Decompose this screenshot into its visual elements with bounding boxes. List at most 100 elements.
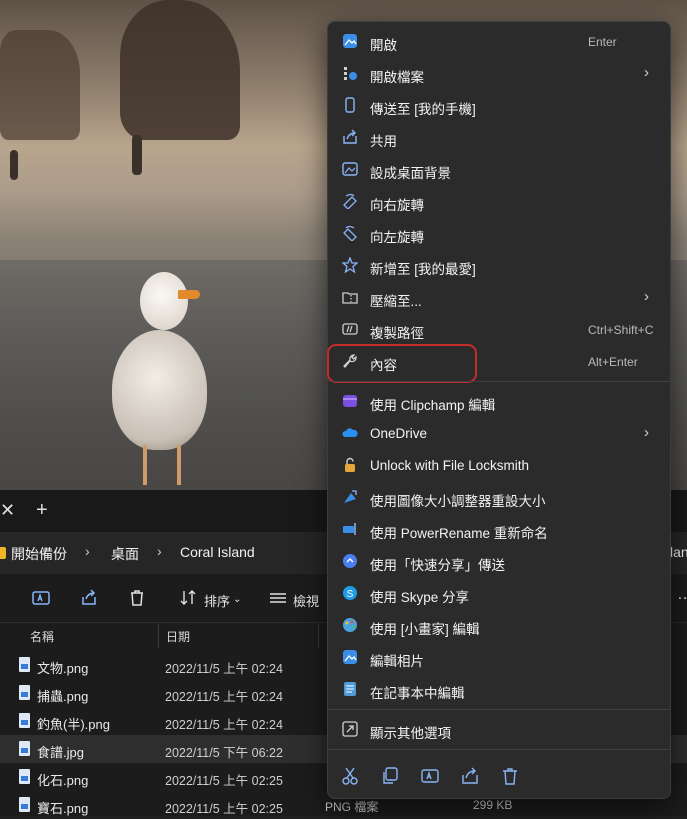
distant-person (132, 135, 142, 175)
notepad-icon (344, 682, 356, 696)
file-date: 2022/11/5 上午 02:25 (165, 774, 283, 788)
menu-item-open[interactable]: 開啟 Enter (328, 26, 670, 58)
more-options-icon (342, 721, 358, 737)
paint-icon (343, 618, 357, 632)
menu-item-paint[interactable]: 使用 [小畫家] 編輯 (328, 610, 670, 642)
menu-item-edit-photo[interactable]: 編輯相片 (328, 642, 670, 674)
share-icon[interactable] (79, 588, 99, 608)
menu-item-file-locksmith[interactable]: Unlock with File Locksmith (328, 450, 670, 482)
menu-separator (328, 709, 670, 710)
breadcrumb-item[interactable]: 桌面 (111, 544, 139, 564)
share-icon (343, 129, 357, 144)
menu-item-label: 壓縮至... (370, 294, 422, 309)
sort-icon[interactable] (178, 588, 198, 608)
menu-item-send-to-phone[interactable]: 傳送至 [我的手機] (328, 90, 670, 122)
file-size: 299 KB (473, 798, 513, 812)
menu-item-show-more-options[interactable]: 顯示其他選項 (328, 714, 670, 746)
menu-item-copy-path[interactable]: 複製路徑 Ctrl+Shift+C (328, 314, 670, 346)
open-with-icon (344, 67, 357, 80)
menu-item-rotate-left[interactable]: 向左旋轉 (328, 218, 670, 250)
chevron-right-icon: › (644, 288, 649, 305)
file-name: 釣魚(半).png (37, 717, 110, 732)
menu-item-quick-share[interactable]: 使用「快速分享」傳送 (328, 546, 670, 578)
cut-icon[interactable] (340, 766, 360, 786)
menu-item-label: 複製路徑 (370, 326, 424, 341)
file-date: 2022/11/5 上午 02:25 (165, 802, 283, 816)
menu-item-label: 使用圖像大小調整器重設大小 (370, 494, 546, 509)
lock-icon (345, 457, 355, 472)
file-date: 2022/11/5 上午 02:24 (165, 690, 283, 704)
menu-separator (328, 381, 670, 382)
menu-item-skype[interactable]: S 使用 Skype 分享 (328, 578, 670, 610)
chevron-right-icon[interactable]: › (157, 543, 162, 559)
menu-item-image-resizer[interactable]: 使用圖像大小調整器重設大小 (328, 482, 670, 514)
menu-item-label: 向左旋轉 (370, 230, 424, 245)
highlight-annotation (327, 344, 477, 383)
search-box-text[interactable]: lan (670, 544, 687, 560)
backup-icon (0, 547, 6, 559)
image-file-icon (19, 685, 30, 700)
menu-item-set-wallpaper[interactable]: 設成桌面背景 (328, 154, 670, 186)
menu-item-rotate-right[interactable]: 向右旋轉 (328, 186, 670, 218)
menu-item-notepad[interactable]: 在記事本中編輯 (328, 674, 670, 706)
file-type: PNG 檔案 (325, 800, 379, 814)
copy-path-icon (342, 323, 358, 335)
rename-icon[interactable] (420, 766, 440, 786)
file-name: 文物.png (37, 661, 89, 676)
wallpaper-icon (342, 162, 358, 176)
chevron-right-icon: › (644, 64, 649, 81)
menu-item-share[interactable]: 共用 (328, 122, 670, 154)
image-file-icon (19, 797, 30, 812)
copy-icon[interactable] (380, 766, 400, 786)
sort-label[interactable]: 排序 (204, 591, 230, 610)
cloud-icon (342, 428, 358, 437)
column-name[interactable]: 名稱 (30, 628, 54, 645)
menu-item-label: 傳送至 [我的手機] (370, 102, 476, 117)
view-label[interactable]: 檢視 (293, 591, 319, 610)
share-icon[interactable] (460, 766, 480, 786)
menu-item-label: 開啟檔案 (370, 70, 424, 85)
menu-item-powerrename[interactable]: 使用 PowerRename 重新命名 (328, 514, 670, 546)
powerrename-icon (343, 523, 356, 535)
chevron-right-icon: › (644, 424, 649, 441)
column-date[interactable]: 日期 (166, 628, 190, 645)
context-menu: 開啟 Enter 開啟檔案 › 傳送至 [我的手機] 共用 設成桌面背景 向右旋… (327, 21, 671, 799)
new-tab-icon[interactable]: + (36, 498, 54, 522)
view-icon[interactable] (268, 588, 288, 608)
file-date: 2022/11/5 上午 02:24 (165, 718, 283, 732)
image-file-icon (19, 769, 30, 784)
seagull-leg (143, 445, 147, 485)
chevron-down-icon[interactable]: ⌄ (233, 594, 241, 605)
column-divider[interactable] (158, 624, 159, 648)
delete-icon[interactable] (500, 766, 520, 786)
menu-item-label: 編輯相片 (370, 654, 424, 669)
menu-item-shortcut: Alt+Enter (588, 355, 638, 369)
breadcrumb-item[interactable]: 開始備份 (11, 544, 67, 564)
zip-folder-icon (342, 292, 358, 304)
phone-icon (345, 97, 355, 113)
menu-item-clipchamp[interactable]: 使用 Clipchamp 編輯 (328, 386, 670, 418)
breadcrumb-item[interactable]: Coral Island (180, 544, 255, 560)
image-file-icon (19, 713, 30, 728)
menu-item-label: 顯示其他選項 (370, 726, 451, 741)
menu-item-onedrive[interactable]: OneDrive › (328, 418, 670, 450)
menu-item-shortcut: Ctrl+Shift+C (588, 323, 654, 337)
menu-item-label: 使用 PowerRename 重新命名 (370, 526, 548, 541)
menu-item-add-favorites[interactable]: 新增至 [我的最愛] (328, 250, 670, 282)
menu-item-label: 使用 Clipchamp 編輯 (370, 398, 496, 413)
close-tab-icon[interactable]: ✕ (0, 498, 18, 522)
chevron-right-icon[interactable]: › (85, 543, 90, 559)
delete-icon[interactable] (127, 588, 147, 608)
rotate-right-icon (343, 193, 357, 209)
clipchamp-icon (343, 395, 357, 407)
column-divider[interactable] (318, 624, 319, 648)
more-icon[interactable]: … (677, 586, 687, 604)
rotate-left-icon (343, 225, 357, 241)
rename-icon[interactable] (31, 588, 51, 608)
menu-item-label: 使用「快速分享」傳送 (370, 558, 505, 573)
menu-separator (328, 749, 670, 750)
quick-share-icon (343, 554, 357, 568)
menu-item-open-with[interactable]: 開啟檔案 › (328, 58, 670, 90)
menu-item-label: 使用 [小畫家] 編輯 (370, 622, 480, 637)
menu-item-compress[interactable]: 壓縮至... › (328, 282, 670, 314)
